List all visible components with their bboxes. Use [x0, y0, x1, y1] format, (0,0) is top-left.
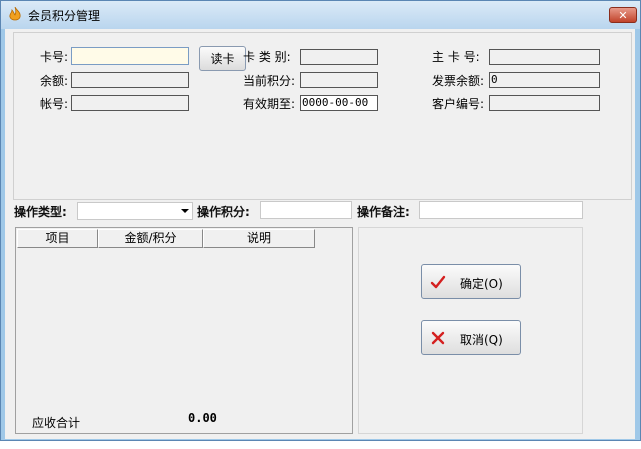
checkmark-icon	[430, 275, 446, 289]
cancel-label: 取消(Q)	[460, 333, 503, 347]
account-field	[71, 95, 189, 111]
card-type-field	[300, 49, 378, 65]
main-window: 会员积分管理 ✕ 卡号: 读卡 卡 类 别: 主 卡 号: 余额: 当前积分: …	[0, 0, 641, 441]
operation-remark-label: 操作备注:	[357, 205, 410, 219]
customer-no-field	[489, 95, 600, 111]
action-panel: 确定(O) 取消(Q)	[358, 227, 583, 434]
card-no-input[interactable]	[71, 47, 189, 65]
client-area: 卡号: 读卡 卡 类 别: 主 卡 号: 余额: 当前积分: 发票余额: 0 帐…	[5, 29, 635, 439]
close-button[interactable]: ✕	[609, 7, 637, 23]
invoice-balance-label: 发票余额:	[432, 74, 485, 88]
cross-icon	[431, 331, 445, 345]
main-card-label: 主 卡 号:	[432, 50, 480, 64]
current-points-field	[300, 72, 378, 88]
balance-field	[71, 72, 189, 88]
operation-type-select[interactable]	[77, 202, 193, 220]
operation-points-label: 操作积分:	[197, 205, 250, 219]
cancel-button[interactable]: 取消(Q)	[421, 320, 521, 355]
account-label: 帐号:	[40, 97, 69, 111]
window-title: 会员积分管理	[28, 9, 101, 23]
card-info-group: 卡号: 读卡 卡 类 别: 主 卡 号: 余额: 当前积分: 发票余额: 0 帐…	[13, 32, 632, 200]
column-description[interactable]: 说明	[203, 229, 315, 248]
operation-type-label: 操作类型:	[14, 205, 67, 219]
column-item[interactable]: 项目	[17, 229, 98, 248]
customer-no-label: 客户编号:	[432, 97, 485, 111]
items-table: 项目 金额/积分 说明 应收合计 0.00	[15, 227, 353, 434]
app-flame-icon	[9, 7, 21, 21]
main-card-field	[489, 49, 600, 65]
chevron-down-icon	[181, 209, 189, 213]
column-amount-points[interactable]: 金额/积分	[98, 229, 203, 248]
operation-points-input[interactable]	[260, 201, 352, 219]
confirm-label: 确定(O)	[460, 277, 503, 291]
card-type-label: 卡 类 别:	[243, 50, 291, 64]
card-no-label: 卡号:	[40, 50, 69, 64]
confirm-button[interactable]: 确定(O)	[421, 264, 521, 299]
total-value: 0.00	[188, 411, 217, 425]
balance-label: 余额:	[40, 74, 69, 88]
current-points-label: 当前积分:	[243, 74, 296, 88]
close-icon: ✕	[618, 8, 628, 22]
operation-remark-input[interactable]	[419, 201, 583, 219]
expiry-field[interactable]: 0000-00-00	[300, 95, 378, 111]
expiry-label: 有效期至:	[243, 97, 296, 111]
total-label: 应收合计	[32, 416, 81, 430]
invoice-balance-field: 0	[489, 72, 600, 88]
title-bar: 会员积分管理 ✕	[1, 1, 640, 29]
read-card-button[interactable]: 读卡	[199, 46, 246, 71]
table-header: 项目 金额/积分 说明	[17, 229, 315, 248]
